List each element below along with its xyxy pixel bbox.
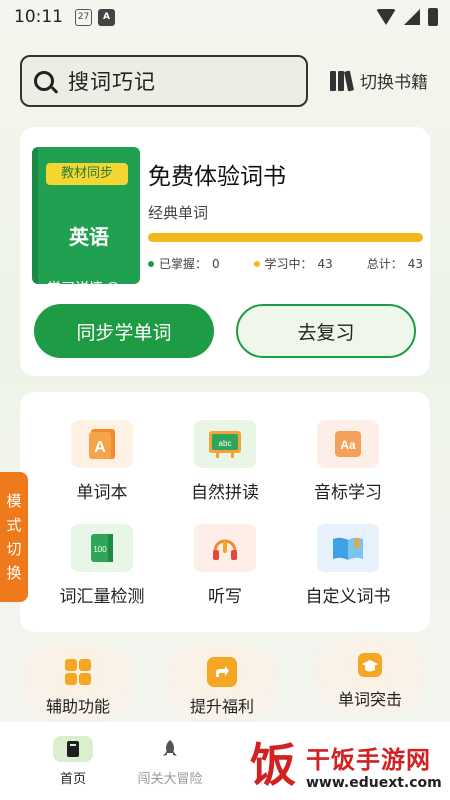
grid-item-dictation[interactable]: 听写	[165, 524, 285, 607]
wordbook-icon: A	[71, 420, 133, 468]
mode-tab-char: 换	[6, 564, 22, 582]
status-bar: 10:11 27 A	[0, 0, 450, 34]
grid-item-wordbook[interactable]: A 单词本	[42, 420, 162, 503]
grid-item-vocab-test[interactable]: 100 词汇量检测	[42, 524, 162, 607]
switch-books-label: 切换书籍	[360, 73, 428, 93]
grid-label: 自然拼读	[191, 483, 259, 503]
watermark-logo: 饭 干饭手游网 www.eduext.com	[250, 738, 442, 792]
search-icon	[34, 71, 54, 91]
nav-adventure[interactable]: 闯关大冒险	[125, 736, 215, 787]
watermark-title: 干饭手游网	[306, 745, 431, 774]
grid-item-phonetic[interactable]: Aa 音标学习	[288, 420, 408, 503]
share-arrow-icon	[207, 657, 237, 687]
watermark-mark: 饭	[250, 738, 296, 792]
learning-count: 43	[317, 256, 333, 271]
status-indicators	[376, 8, 438, 26]
study-details-link[interactable]: 学习详情	[47, 278, 119, 298]
search-box[interactable]: 搜词巧记	[20, 55, 308, 107]
cover-badge: 教材同步	[46, 163, 128, 185]
feature-word-blitz[interactable]: 单词突击	[310, 636, 430, 716]
books-icon	[330, 70, 355, 91]
progress-bar	[148, 233, 423, 242]
cover-subject: 英语	[69, 225, 109, 249]
phonetic-aa-icon: Aa	[317, 420, 379, 468]
review-button[interactable]: 去复习	[236, 304, 416, 358]
vocab-test-icon: 100	[71, 524, 133, 572]
study-details-label: 学习详情	[47, 281, 103, 297]
notification-a-icon: A	[98, 8, 115, 26]
grid-label: 听写	[208, 587, 242, 607]
sync-learn-button[interactable]: 同步学单词	[34, 304, 214, 358]
mastered-label: 已掌握：	[159, 257, 208, 271]
mode-switch-tab[interactable]: 模 式 切 换	[0, 472, 28, 602]
book-subtitle: 经典单词	[148, 204, 209, 222]
mastered-count: 0	[212, 256, 220, 271]
wifi-icon	[376, 9, 396, 25]
stat-mastered: 已掌握： 0	[148, 255, 220, 272]
total-count: 43	[407, 256, 423, 271]
grid-label: 自定义词书	[305, 587, 391, 607]
grid-tiles-icon	[63, 657, 93, 687]
stat-learning: 学习中： 43	[253, 255, 333, 272]
grid-label: 音标学习	[314, 483, 382, 503]
mode-tab-char: 切	[6, 540, 22, 558]
phonics-board-icon: abc	[194, 420, 256, 468]
feature-label: 辅助功能	[45, 697, 110, 716]
battery-icon	[428, 8, 438, 26]
grid-item-phonics[interactable]: abc 自然拼读	[165, 420, 285, 503]
svg-text:A: A	[94, 439, 106, 456]
book-cover[interactable]: 教材同步 英语 学习详情	[32, 147, 140, 297]
signal-icon	[404, 9, 420, 25]
mode-tab-char: 模	[6, 492, 22, 510]
feature-assist[interactable]: 辅助功能	[18, 643, 138, 723]
headphones-icon	[194, 524, 256, 572]
custom-book-icon	[317, 524, 379, 572]
nav-label: 首页	[59, 772, 86, 787]
status-time: 10:11	[14, 7, 63, 27]
feature-benefits[interactable]: 提升福利	[162, 643, 282, 723]
book-home-icon	[53, 736, 93, 762]
clock-icon	[107, 282, 119, 294]
svg-text:Aa: Aa	[340, 438, 356, 452]
watermark-url: www.eduext.com	[306, 774, 442, 791]
feature-label: 提升福利	[189, 697, 254, 716]
svg-text:100: 100	[93, 545, 107, 554]
rocket-icon	[150, 736, 190, 762]
calendar-icon: 27	[75, 8, 92, 26]
watermark-text: 干饭手游网 www.eduext.com	[306, 740, 442, 791]
feature-grid: A 单词本 abc 自然拼读 Aa 音标学习 100 词汇量检测 听写 自定义词…	[20, 392, 430, 632]
learning-label: 学习中：	[264, 257, 313, 271]
nav-home[interactable]: 首页	[28, 736, 118, 787]
graduation-cap-icon	[355, 650, 385, 680]
book-stats: 已掌握： 0 学习中： 43 总计： 43	[148, 255, 423, 272]
nav-label: 闯关大冒险	[137, 772, 203, 787]
total-label: 总计：	[366, 257, 403, 271]
learning-dot	[253, 260, 260, 267]
grid-label: 词汇量检测	[59, 587, 145, 607]
mastered-dot	[148, 260, 154, 267]
book-title: 免费体验词书	[148, 164, 286, 190]
grid-item-custom-book[interactable]: 自定义词书	[288, 524, 408, 607]
search-placeholder: 搜词巧记	[68, 70, 156, 94]
feature-label: 单词突击	[337, 690, 402, 709]
svg-text:abc: abc	[219, 439, 232, 448]
stat-total: 总计： 43	[367, 255, 423, 272]
grid-label: 单词本	[76, 483, 128, 503]
switch-books-button[interactable]: 切换书籍	[330, 68, 428, 93]
current-book-card: 教材同步 英语 学习详情 免费体验词书 经典单词 已掌握： 0 学习中： 43 总计…	[20, 127, 430, 376]
mode-tab-char: 式	[6, 516, 22, 534]
